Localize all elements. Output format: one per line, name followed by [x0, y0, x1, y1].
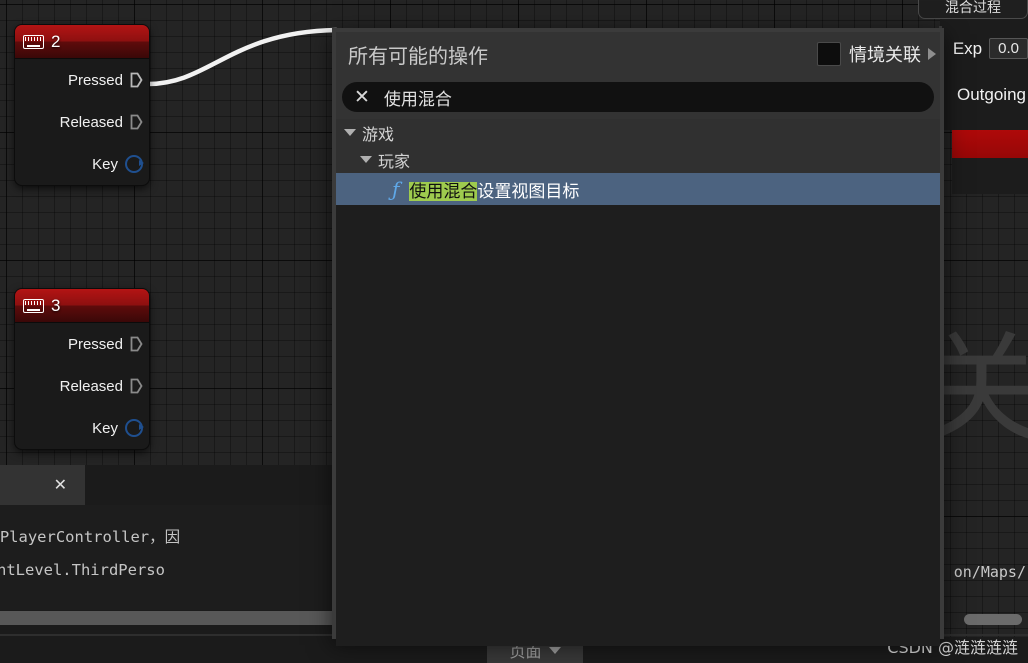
- log-line: 编译 PersistentLevel.ThirdPerso: [0, 561, 165, 579]
- search-input-value: 使用混合: [383, 89, 452, 109]
- vertical-scrollbar-thumb[interactable]: [964, 614, 1022, 625]
- exp-label: Exp: [952, 38, 983, 58]
- context-sensitive-label: 情境关联: [849, 45, 921, 65]
- pin-label: Key: [92, 155, 118, 173]
- log-line: 身）并非是一个 PlayerController，因: [0, 528, 181, 546]
- message-log-body[interactable]: 身）并非是一个 PlayerController，因 编译 Persistent…: [0, 505, 335, 610]
- node-header: 2: [15, 25, 149, 59]
- clipped-top-node-label: 混合过程: [918, 0, 1028, 19]
- tree-item-label: 使用混合设置视图目标: [409, 177, 579, 202]
- tree-category-player[interactable]: 玩家: [336, 146, 940, 173]
- tree-item-label-rest: 设置视图目标: [477, 181, 580, 201]
- pin-label: Key: [92, 419, 118, 437]
- triangle-down-icon[interactable]: [360, 156, 372, 163]
- action-menu-search-wrapper: ✕ 使用混合: [336, 76, 940, 119]
- blueprint-node-key-3[interactable]: 3 Pressed Released Key: [15, 289, 149, 449]
- keyboard-icon: [23, 34, 44, 49]
- exec-pin-icon[interactable]: [130, 72, 143, 88]
- node-pin-released[interactable]: Released: [15, 101, 149, 143]
- pin-label: Pressed: [67, 71, 123, 89]
- clear-search-icon[interactable]: ✕: [354, 88, 370, 107]
- message-log-tab[interactable]: ✕: [0, 465, 85, 505]
- exec-pin-icon[interactable]: [130, 336, 143, 352]
- outgoing-label: Outgoing: [957, 85, 1026, 104]
- partial-blueprint-node-body[interactable]: [952, 158, 1028, 194]
- blueprint-node-key-2[interactable]: 2 Pressed Released Key: [15, 25, 149, 185]
- tree-category-label: 玩家: [378, 153, 411, 171]
- pin-label: Released: [59, 113, 123, 131]
- node-pin-released[interactable]: Released: [15, 365, 149, 407]
- data-pin-icon[interactable]: [125, 155, 144, 173]
- chevron-down-icon: [548, 647, 561, 654]
- asset-path-text: on/Maps/: [953, 563, 1026, 581]
- close-icon[interactable]: ✕: [54, 475, 67, 495]
- node-title: 3: [51, 295, 61, 315]
- exp-value-input[interactable]: 0.0: [989, 38, 1028, 59]
- context-sensitive-checkbox[interactable]: [817, 42, 841, 66]
- node-pin-key[interactable]: Key: [15, 143, 149, 185]
- keyboard-icon: [23, 298, 44, 313]
- action-menu-title: 所有可能的操作: [348, 45, 488, 68]
- all-possible-actions-popup[interactable]: 所有可能的操作 情境关联 ✕ 使用混合 游戏 玩家 ƒ 使用混合设置视图目标: [332, 28, 944, 646]
- node-header: 3: [15, 289, 149, 323]
- node-pin-key[interactable]: Key: [15, 407, 149, 449]
- search-match-highlight: 使用混合: [409, 181, 478, 201]
- tree-category-label: 游戏: [362, 126, 395, 144]
- chevron-right-icon[interactable]: [928, 48, 936, 60]
- data-pin-icon[interactable]: [125, 419, 144, 437]
- node-pin-pressed[interactable]: Pressed: [15, 59, 149, 101]
- tree-category-game[interactable]: 游戏: [336, 119, 940, 146]
- pin-label: Pressed: [67, 335, 123, 353]
- tree-item-set-view-target-with-blend[interactable]: ƒ 使用混合设置视图目标: [336, 173, 940, 205]
- node-title: 2: [51, 31, 61, 51]
- function-icon: ƒ: [392, 177, 400, 201]
- action-menu-header: 所有可能的操作 情境关联: [336, 32, 940, 76]
- action-menu-tree[interactable]: 游戏 玩家 ƒ 使用混合设置视图目标: [336, 119, 940, 646]
- triangle-down-icon[interactable]: [344, 129, 356, 136]
- pin-label: Released: [59, 377, 123, 395]
- right-details-strip: 混合过程: [918, 0, 1028, 130]
- exec-pin-icon[interactable]: [130, 114, 143, 130]
- search-input[interactable]: ✕ 使用混合: [342, 82, 934, 112]
- log-horizontal-scrollbar[interactable]: [0, 611, 332, 625]
- exec-pin-icon[interactable]: [130, 378, 143, 394]
- exp-property-row: Exp 0.0: [953, 38, 1028, 59]
- node-pin-pressed[interactable]: Pressed: [15, 323, 149, 365]
